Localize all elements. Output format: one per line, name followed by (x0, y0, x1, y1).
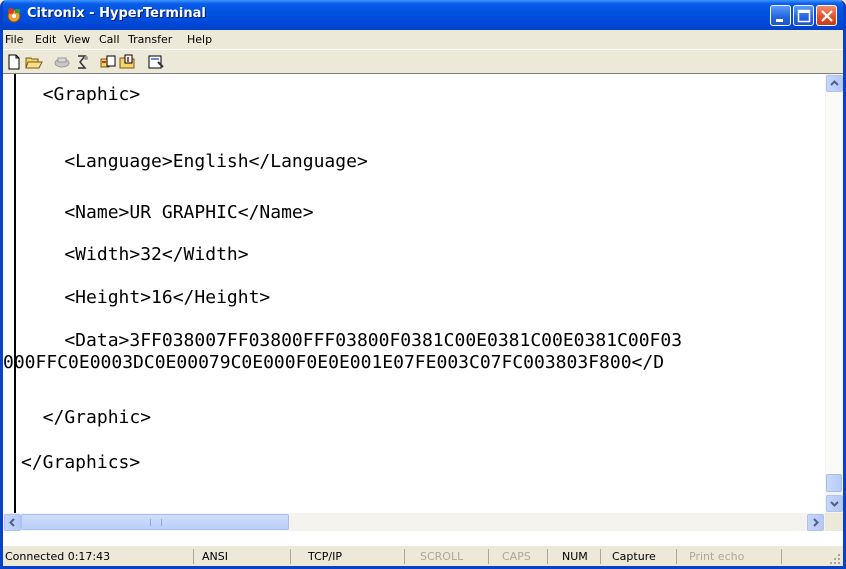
connect-icon[interactable] (53, 53, 71, 71)
terminal-line: <Name>UR GRAPHIC</Name> (21, 202, 314, 223)
terminal-line: <Width>32</Width> (21, 244, 249, 265)
status-bar: Connected 0:17:43 ANSI TCP/IP SCROLL CAP… (3, 545, 843, 566)
close-button[interactable] (816, 5, 837, 26)
toolbar (3, 49, 843, 74)
receive-icon[interactable] (119, 53, 137, 71)
menu-help[interactable]: Help (187, 33, 212, 46)
scroll-left-button[interactable] (4, 514, 21, 531)
menu-bar: File Edit View Call Transfer Help (3, 30, 843, 49)
hyperterminal-window: Citronix - HyperTerminal File Edit View … (0, 0, 846, 569)
title-bar[interactable]: Citronix - HyperTerminal (3, 0, 843, 30)
cursor-bar (14, 74, 16, 513)
minimize-icon (776, 19, 783, 22)
menu-edit[interactable]: Edit (35, 33, 56, 46)
terminal-line: </Graphic> (21, 407, 152, 428)
menu-call[interactable]: Call (99, 33, 120, 46)
terminal-output[interactable]: <Graphic> <Language>English</Language> <… (3, 74, 825, 513)
chevron-down-icon (830, 501, 839, 507)
status-connected: Connected 0:17:43 (3, 549, 194, 564)
terminal-line: <Language>English</Language> (21, 151, 368, 172)
minimize-button[interactable] (770, 5, 791, 26)
vertical-scrollbar[interactable] (825, 74, 843, 513)
status-caps: CAPS (500, 549, 548, 564)
scroll-right-button[interactable] (807, 514, 824, 531)
close-icon (821, 10, 833, 22)
properties-icon[interactable] (147, 53, 165, 71)
vertical-scroll-track[interactable] (826, 92, 842, 487)
status-protocol: TCP/IP (306, 549, 405, 564)
hyperterminal-app-icon[interactable] (6, 7, 22, 23)
maximize-icon (797, 9, 811, 23)
terminal-line: <Height>16</Height> (21, 287, 271, 308)
terminal-frame: <Graphic> <Language>English</Language> <… (3, 73, 843, 546)
terminal-line: <Graphic> (21, 84, 141, 105)
scroll-down-button[interactable] (826, 495, 843, 512)
scroll-up-button[interactable] (826, 75, 843, 92)
scrollbar-corner (825, 513, 843, 531)
horizontal-scrollbar[interactable] (3, 513, 825, 531)
send-icon[interactable] (99, 53, 117, 71)
disconnect-icon[interactable] (73, 53, 91, 71)
menu-transfer[interactable]: Transfer (128, 33, 172, 46)
open-icon[interactable] (25, 53, 43, 71)
resize-grip-icon[interactable] (829, 553, 841, 565)
chevron-left-icon (9, 518, 15, 527)
terminal-line: 000FFC0E0003DC0E00079C0E000F0E0E001E07FE… (3, 352, 665, 373)
chevron-up-icon (830, 80, 839, 86)
scroll-grip-icon (150, 519, 162, 526)
status-scroll: SCROLL (418, 549, 489, 564)
window-title: Citronix - HyperTerminal (27, 6, 206, 21)
menu-file[interactable]: File (5, 33, 23, 46)
status-emulation: ANSI (200, 549, 291, 564)
chevron-right-icon (813, 518, 819, 527)
status-print-echo: Print echo (687, 549, 782, 564)
horizontal-scroll-thumb[interactable] (21, 514, 289, 530)
status-num: NUM (560, 549, 601, 564)
terminal-line: </Graphics> (21, 452, 141, 473)
new-icon[interactable] (5, 53, 23, 71)
terminal-line: <Data>3FF038007FF03800FFF03800F0381C00E0… (21, 330, 683, 351)
vertical-scroll-thumb[interactable] (826, 474, 842, 492)
status-capture: Capture (610, 549, 677, 564)
maximize-button[interactable] (793, 5, 814, 26)
menu-view[interactable]: View (64, 33, 90, 46)
